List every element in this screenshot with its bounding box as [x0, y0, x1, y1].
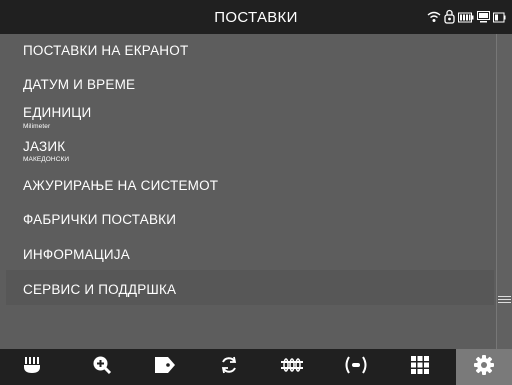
- signal-button[interactable]: [328, 349, 384, 385]
- menu-item-date-time[interactable]: ДАТУМ И ВРЕМЕ: [6, 67, 494, 101]
- signal-icon: [344, 355, 368, 380]
- menu-item-value: Milimeter: [23, 123, 51, 130]
- wifi-icon: [427, 10, 441, 28]
- settings-menu: ПОСТАВКИ НА ЕКРАНОТ ДАТУМ И ВРЕМЕ ЕДИНИЦ…: [6, 34, 494, 349]
- menu-item-label: ЕДИНИЦИ: [23, 105, 92, 120]
- tag-button[interactable]: [137, 349, 193, 385]
- monitor-icon: [477, 10, 490, 28]
- menu-item-service-support[interactable]: СЕРВИС И ПОДДРШКА: [6, 270, 494, 305]
- scrollbar[interactable]: [496, 34, 512, 349]
- bridge-icon: [280, 356, 304, 379]
- refresh-button[interactable]: [201, 349, 257, 385]
- battery-small-icon: [493, 10, 506, 28]
- settings-button[interactable]: [456, 349, 512, 385]
- menu-item-language[interactable]: ЈАЗИК МАКЕДОНСКИ: [6, 134, 494, 168]
- zoom-in-icon: [92, 355, 112, 380]
- scrollbar-thumb[interactable]: [497, 34, 512, 349]
- bridge-button[interactable]: [264, 349, 320, 385]
- menu-item-information[interactable]: ИНФОРМАЦИЈА: [6, 237, 494, 270]
- settings-screen: ПОСТАВКИ ПОСТАВКИ НА ЕКРАНОТ ДАТУМ И ВРЕ…: [0, 0, 512, 385]
- status-icons: [427, 9, 506, 29]
- probe-icon: [22, 355, 42, 380]
- menu-item-label: АЖУРИРАЊЕ НА СИСТЕМОТ: [23, 178, 219, 193]
- menu-item-units[interactable]: ЕДИНИЦИ Milimeter: [6, 101, 494, 134]
- bottom-toolbar: [0, 349, 512, 385]
- probe-button[interactable]: [4, 349, 60, 385]
- title-bar: ПОСТАВКИ: [0, 0, 512, 34]
- battery-icon: [458, 10, 474, 28]
- menu-item-label: ФАБРИЧКИ ПОСТАВКИ: [23, 212, 177, 227]
- menu-item-factory-settings[interactable]: ФАБРИЧКИ ПОСТАВКИ: [6, 202, 494, 237]
- scroll-grip-icon: [498, 294, 511, 304]
- menu-item-label: ПОСТАВКИ НА ЕКРАНОТ: [23, 43, 189, 58]
- menu-item-label: СЕРВИС И ПОДДРШКА: [23, 282, 177, 297]
- menu-item-label: ИНФОРМАЦИЈА: [23, 247, 130, 262]
- tag-icon: [154, 356, 176, 379]
- menu-item-display-settings[interactable]: ПОСТАВКИ НА ЕКРАНОТ: [6, 34, 494, 67]
- menu-item-system-update[interactable]: АЖУРИРАЊЕ НА СИСТЕМОТ: [6, 168, 494, 202]
- refresh-icon: [219, 355, 239, 380]
- zoom-in-button[interactable]: [74, 349, 130, 385]
- lock-icon: [444, 9, 455, 29]
- menu-item-value: МАКЕДОНСКИ: [23, 156, 70, 163]
- grid-icon: [410, 355, 430, 380]
- settings-icon: [473, 354, 495, 381]
- grid-button[interactable]: [392, 349, 448, 385]
- menu-item-label: ЈАЗИК: [23, 139, 66, 154]
- menu-item-label: ДАТУМ И ВРЕМЕ: [23, 77, 136, 92]
